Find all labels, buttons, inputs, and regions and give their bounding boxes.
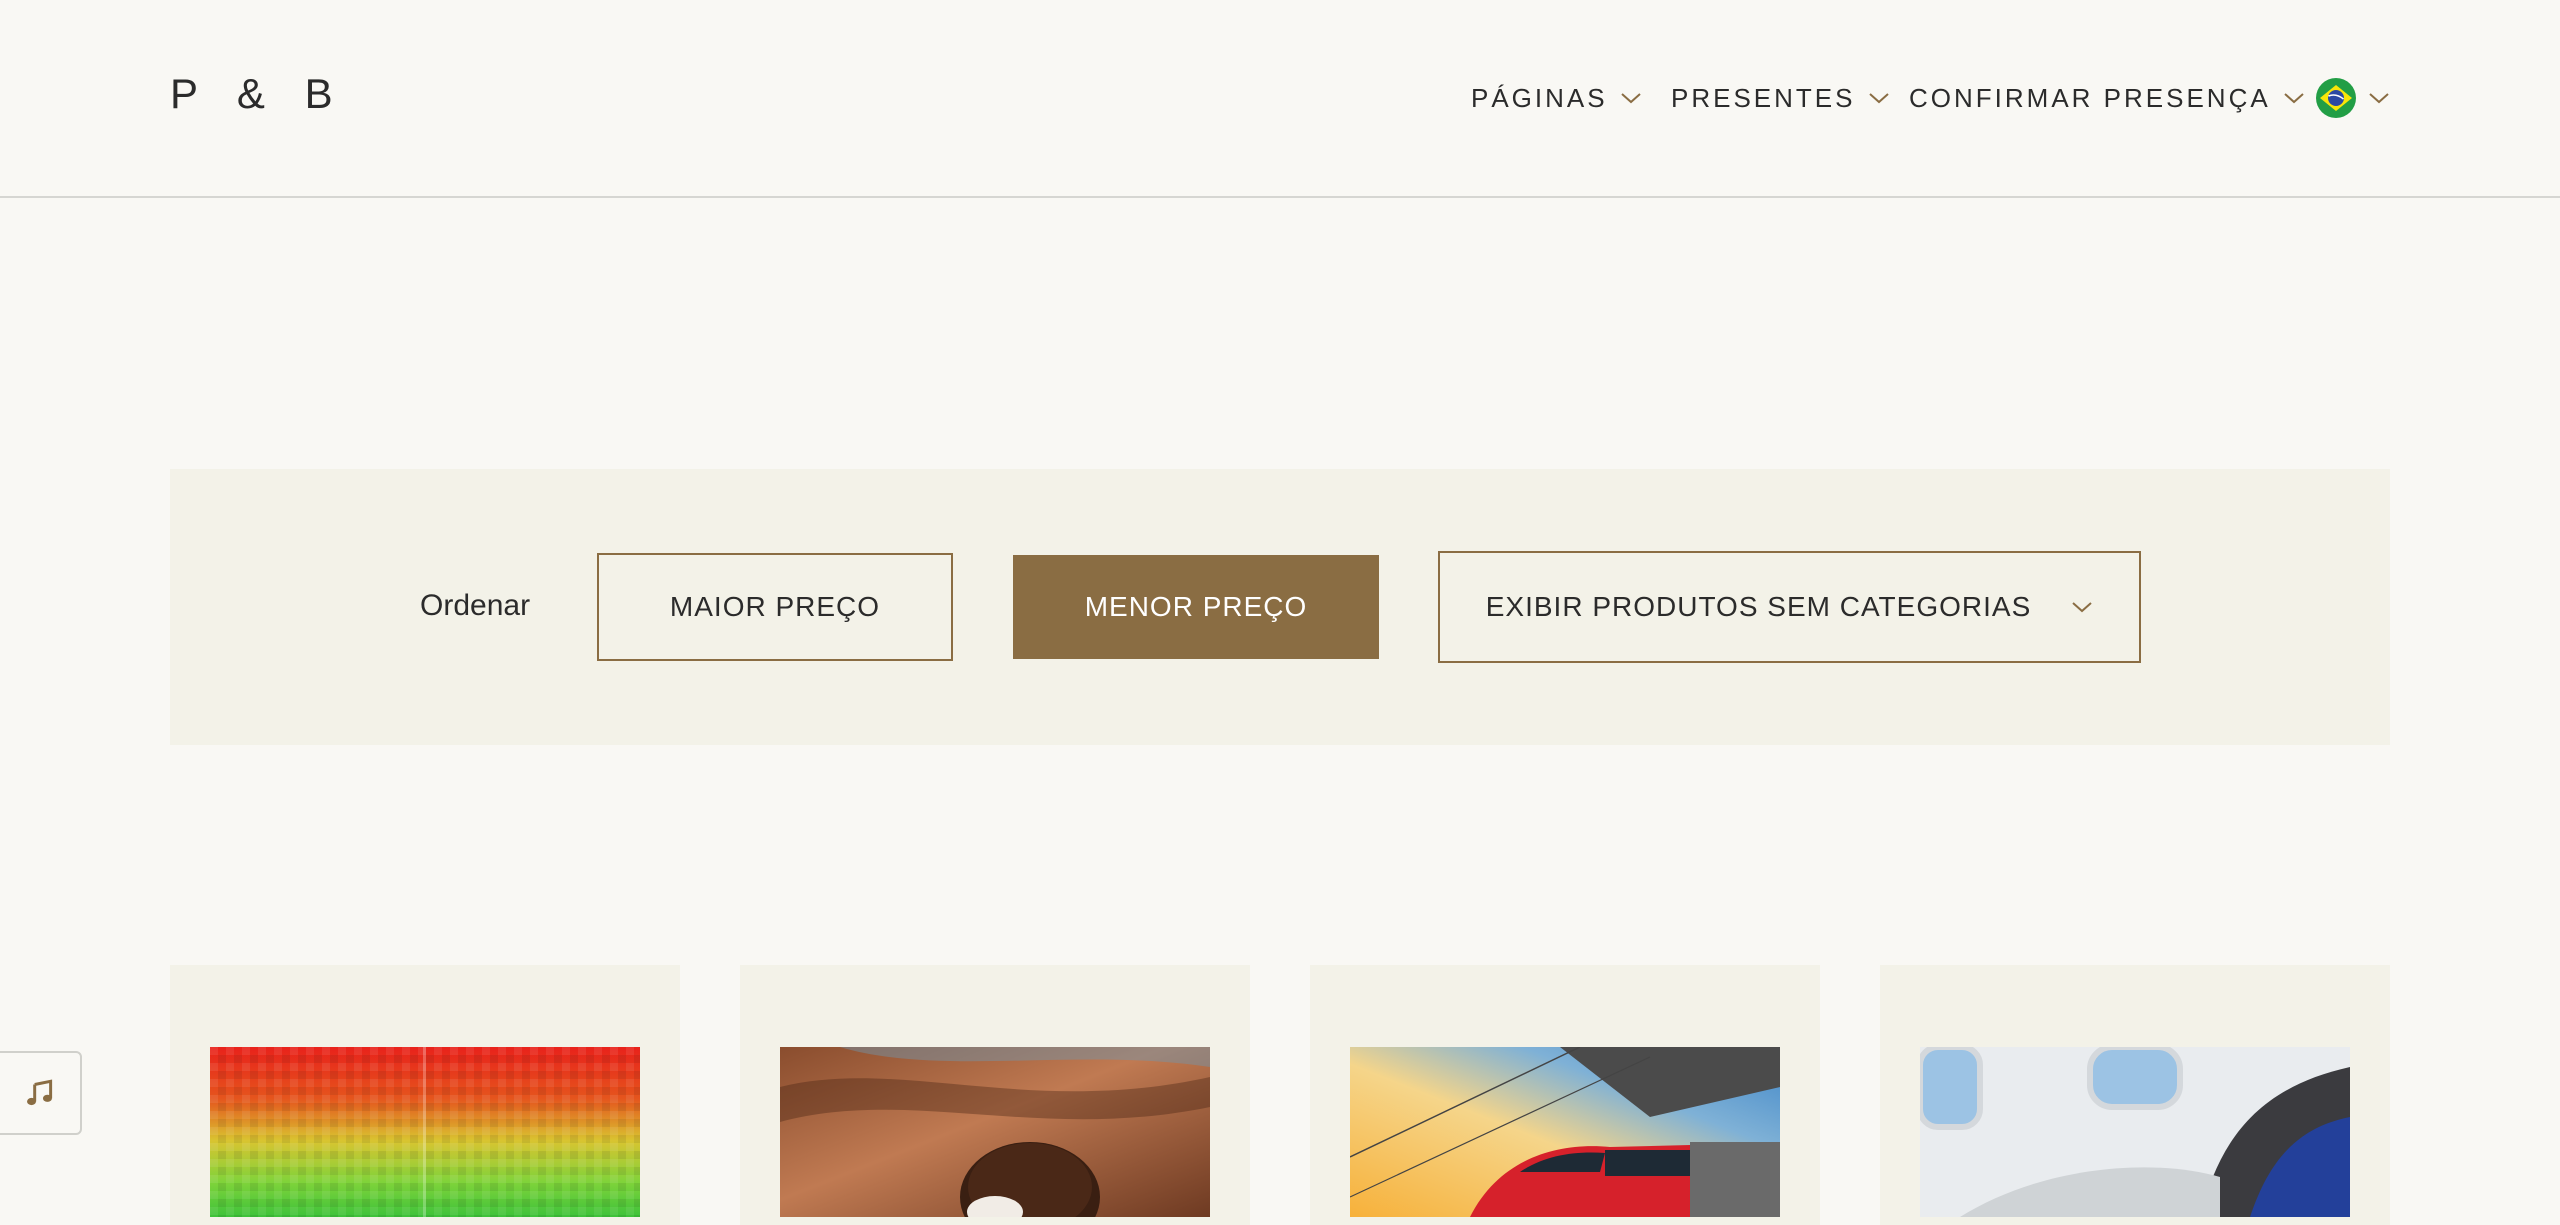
chevron-down-icon (2369, 93, 2389, 104)
sort-lowest-price-button[interactable]: MENOR PREÇO (1013, 555, 1379, 659)
sort-highest-price-label: MAIOR PREÇO (669, 591, 881, 622)
product-card[interactable] (740, 965, 1250, 1225)
nav-presentes-label: PRESENTES (1671, 82, 1856, 113)
red-train-image[interactable] (1350, 1047, 1780, 1217)
music-note-icon (27, 1079, 53, 1106)
chevron-down-icon (2284, 93, 2304, 104)
chocolate-brigadeiro-image[interactable] (780, 1047, 1210, 1217)
music-toggle-button[interactable] (0, 1051, 82, 1135)
product-card[interactable] (1880, 965, 2390, 1225)
category-select-value: EXIBIR PRODUTOS SEM CATEGORIAS (1485, 591, 2032, 622)
brazil-flag-icon (2316, 78, 2356, 118)
chevron-down-icon (2072, 602, 2092, 613)
site-header: P & B PÁGINAS PRESENTES CONFIRMAR PRESEN… (0, 0, 2560, 198)
airplane-cabin-image[interactable] (1920, 1047, 2350, 1217)
sort-highest-price-button[interactable]: MAIOR PREÇO (597, 553, 953, 661)
language-selector[interactable] (2316, 78, 2390, 118)
sort-filter-bar: Ordenar MAIOR PREÇO MENOR PREÇO EXIBIR P… (170, 469, 2390, 745)
category-select[interactable]: EXIBIR PRODUTOS SEM CATEGORIAS (1438, 551, 2141, 663)
site-logo[interactable]: P & B (170, 70, 347, 118)
chevron-down-icon (1868, 93, 1889, 104)
nav-paginas[interactable]: PÁGINAS (1471, 78, 1642, 118)
sort-label: Ordenar (420, 589, 531, 622)
nav-presentes[interactable]: PRESENTES (1671, 78, 1890, 118)
nav-confirmar-presenca-label: CONFIRMAR PRESENÇA (1909, 82, 2271, 113)
sort-lowest-price-label: MENOR PREÇO (1084, 591, 1308, 622)
nav-confirmar-presenca[interactable]: CONFIRMAR PRESENÇA (1909, 78, 2305, 118)
nav-paginas-label: PÁGINAS (1471, 82, 1608, 113)
colorful-abstract-image[interactable] (210, 1047, 640, 1217)
product-card[interactable] (1310, 965, 1820, 1225)
chevron-down-icon (1620, 93, 1641, 104)
product-card[interactable] (170, 965, 680, 1225)
